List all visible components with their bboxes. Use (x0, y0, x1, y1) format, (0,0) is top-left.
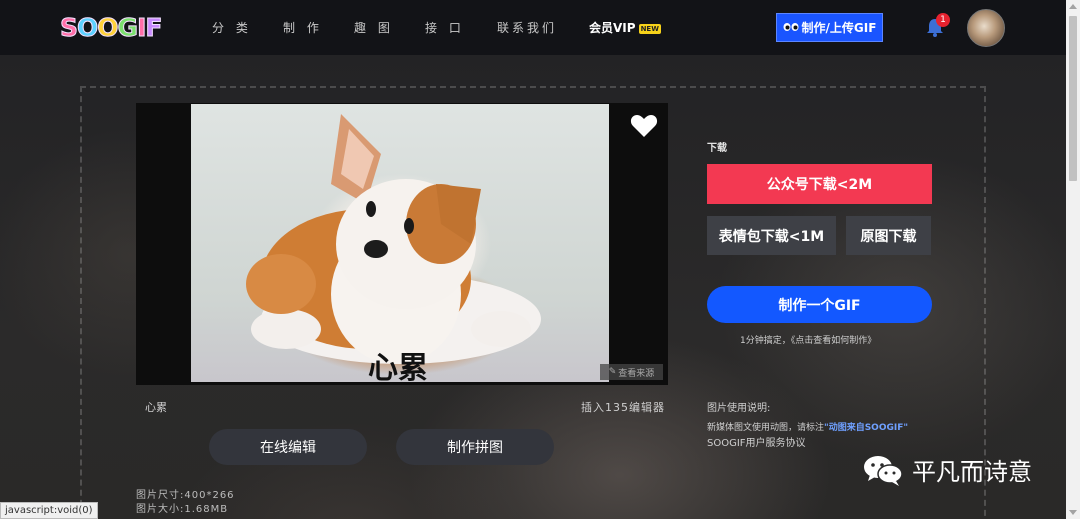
usage-note-prefix: 新媒体图文使用动图，请标注 (707, 423, 825, 433)
wechat-download-button[interactable]: 公众号下载<2M (707, 164, 932, 204)
soogif-attribution-link[interactable]: "动图来自SOOGIF" (824, 423, 908, 433)
upload-label: 制作/上传GIF (801, 21, 877, 35)
gif-image (191, 104, 609, 382)
scroll-down-icon[interactable] (1069, 510, 1077, 515)
image-size-label: 图片尺寸:400*266 (136, 490, 235, 501)
view-source-link[interactable]: ✎ 查看来源 (600, 364, 663, 380)
nav-category[interactable]: 分 类 (212, 19, 252, 36)
sticker-download-button[interactable]: 表情包下载<1M (707, 216, 836, 255)
nav-contact[interactable]: 联系我们 (497, 19, 557, 36)
nav-fun[interactable]: 趣 图 (354, 19, 394, 36)
edit-online-button[interactable]: 在线编辑 (209, 429, 367, 465)
vertical-scrollbar[interactable] (1066, 0, 1080, 519)
status-bar-url: javascript:void(0) (0, 502, 98, 519)
make-gif-tip[interactable]: 1分钟搞定，《点击查看如何制作》 (740, 333, 876, 346)
image-filesize-label: 图片大小:1.68MB (136, 504, 229, 515)
favorite-heart-icon[interactable] (630, 113, 658, 139)
wechat-watermark: 平凡而诗意 (862, 452, 1032, 487)
download-heading: 下载 (707, 143, 727, 154)
user-agreement-link[interactable]: SOOGIF用户服务协议 (707, 434, 806, 449)
view-source-label: 查看来源 (618, 368, 655, 379)
image-title: 心累 (145, 401, 167, 414)
insert-editor-link[interactable]: 插入135编辑器 (581, 399, 665, 415)
upload-gif-button[interactable]: 制作/上传GIF (776, 13, 883, 42)
wechat-account-name: 平凡而诗意 (912, 458, 1032, 486)
usage-note: 新媒体图文使用动图，请标注"动图来自SOOGIF" (707, 420, 908, 433)
original-download-button[interactable]: 原图下载 (846, 216, 931, 255)
eyes-icon (783, 21, 799, 35)
make-gif-button[interactable]: 制作一个GIF (707, 286, 932, 323)
nav-vip[interactable]: 会员VIP NEW (589, 19, 661, 36)
nav-api[interactable]: 接 口 (425, 19, 465, 36)
soogif-logo[interactable]: SOOGIF (59, 9, 162, 45)
nav-make[interactable]: 制 作 (283, 19, 323, 36)
notification-badge: 1 (936, 13, 950, 27)
avatar[interactable] (967, 9, 1005, 47)
new-badge: NEW (638, 23, 661, 34)
usage-title: 图片使用说明: (707, 403, 771, 414)
scroll-up-icon[interactable] (1069, 4, 1077, 9)
wechat-icon (862, 453, 904, 487)
gif-caption: 心累 (368, 351, 428, 386)
vip-label: 会员VIP (589, 21, 636, 35)
top-navbar: SOOGIF 分 类 制 作 趣 图 接 口 联系我们 会员VIP NEW 制作/… (0, 0, 1066, 55)
corgi-illustration (246, 114, 541, 364)
scroll-thumb[interactable] (1069, 16, 1077, 181)
make-collage-button[interactable]: 制作拼图 (396, 429, 554, 465)
pencil-icon: ✎ (608, 367, 617, 377)
